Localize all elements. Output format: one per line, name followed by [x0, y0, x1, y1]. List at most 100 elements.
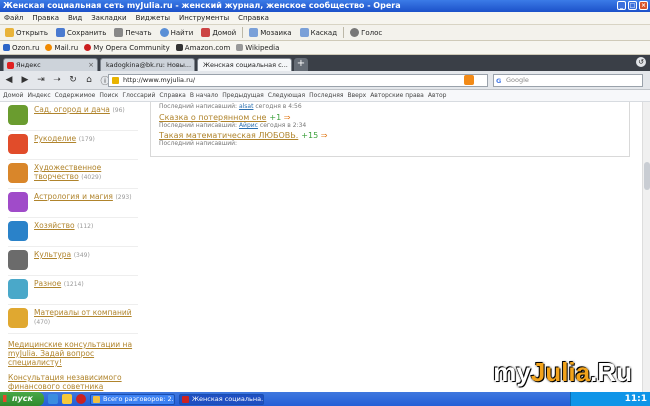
- folder-icon[interactable]: [62, 394, 72, 404]
- nav-index[interactable]: Индекс: [27, 92, 50, 99]
- nav-last[interactable]: Последняя: [309, 92, 343, 99]
- bookmark-wikipedia[interactable]: Wikipedia: [236, 44, 279, 52]
- taskbar-item-chat[interactable]: Всего разговоров: 2...: [90, 393, 175, 405]
- save-button[interactable]: Сохранить: [54, 27, 108, 38]
- last-poster-user[interactable]: Айрис: [239, 122, 258, 129]
- nav-glossary[interactable]: Глоссарий: [122, 92, 155, 99]
- close-tab-icon[interactable]: ×: [88, 61, 94, 69]
- menu-edit[interactable]: Правка: [32, 14, 59, 22]
- category-label[interactable]: Хозяйство: [34, 221, 75, 230]
- rss-icon[interactable]: [464, 75, 474, 85]
- tab-label: Яндекс: [16, 61, 41, 69]
- bookmark-amazon[interactable]: Amazon.com: [175, 44, 230, 52]
- yarn-icon: [8, 134, 28, 154]
- nav-next[interactable]: Следующая: [268, 92, 305, 99]
- home-icon[interactable]: ⌂: [84, 75, 94, 85]
- nav-help[interactable]: Справка: [159, 92, 185, 99]
- category-household[interactable]: Хозяйство (112): [8, 218, 138, 247]
- close-tab-icon[interactable]: ×: [290, 61, 291, 69]
- page-scrollbar[interactable]: [642, 102, 650, 392]
- open-label: Открыть: [16, 28, 48, 37]
- category-garden[interactable]: Сад, огород и дача (96): [8, 102, 138, 131]
- search-input[interactable]: G Google: [493, 74, 643, 87]
- print-button[interactable]: Печать: [112, 27, 153, 38]
- category-count: (470): [34, 319, 51, 326]
- menu-bookmarks[interactable]: Закладки: [91, 14, 126, 22]
- category-astrology[interactable]: Астрология и магия (293): [8, 189, 138, 218]
- scrollbar-thumb[interactable]: [644, 162, 650, 190]
- category-label[interactable]: Астрология и магия: [34, 192, 113, 201]
- nav-home[interactable]: Домой: [3, 92, 23, 99]
- arrow-icon[interactable]: ⇒: [321, 131, 328, 140]
- category-label[interactable]: Разное: [34, 279, 61, 288]
- category-count: (1214): [63, 281, 84, 288]
- category-art[interactable]: Художественное творчество (4029): [8, 160, 138, 189]
- category-misc[interactable]: Разное (1214): [8, 276, 138, 305]
- fast-forward-button[interactable]: ➝: [52, 75, 62, 85]
- cascade-button[interactable]: Каскад: [298, 27, 339, 38]
- voice-button[interactable]: Голос: [348, 27, 384, 38]
- open-button[interactable]: Открыть: [3, 27, 50, 38]
- menu-widgets[interactable]: Виджеты: [136, 14, 170, 22]
- category-company-materials[interactable]: Материалы от компаний (470): [8, 305, 138, 334]
- close-tab-icon[interactable]: ×: [193, 61, 194, 69]
- category-label[interactable]: Культура: [34, 250, 71, 259]
- address-field[interactable]: http://www.myjulia.ru/: [108, 74, 488, 87]
- nav-previous[interactable]: Предыдущая: [222, 92, 264, 99]
- nav-search[interactable]: Поиск: [99, 92, 118, 99]
- home-button[interactable]: Домой: [199, 27, 238, 38]
- nav-first[interactable]: В начало: [190, 92, 218, 99]
- menu-view[interactable]: Вид: [68, 14, 82, 22]
- misc-icon: [8, 279, 28, 299]
- opera-icon[interactable]: [76, 394, 86, 404]
- bookmark-icon: [175, 44, 183, 51]
- address-url: http://www.myjulia.ru/: [123, 76, 196, 84]
- bookmark-mailru[interactable]: Mail.ru: [45, 44, 78, 52]
- category-label[interactable]: Сад, огород и дача: [34, 105, 110, 114]
- post-title-link[interactable]: Сказка о потерянном сне: [159, 113, 266, 122]
- tab-label: Женская социальная с...: [203, 61, 288, 69]
- nav-contents[interactable]: Содержимое: [55, 92, 96, 99]
- bookmark-label: Wikipedia: [245, 43, 280, 52]
- category-label[interactable]: Материалы от компаний: [34, 308, 132, 317]
- cascade-label: Каскад: [310, 28, 338, 37]
- taskbar-item-opera[interactable]: Женская социальна...: [179, 393, 264, 405]
- nav-author[interactable]: Автор: [428, 92, 447, 99]
- medical-consultation-link[interactable]: Медицинские консультации на myJulia. Зад…: [8, 340, 138, 367]
- minimize-button[interactable]: _: [617, 1, 626, 10]
- closed-tabs-icon[interactable]: ↺: [636, 57, 646, 67]
- myjulia-watermark-logo: myJulia.Ru: [493, 357, 632, 388]
- bookmark-icon: [3, 44, 10, 51]
- fast-forward-icon[interactable]: ⇥: [36, 75, 46, 85]
- post-title-link[interactable]: Такая математическая ЛЮБОВЬ.: [159, 131, 298, 140]
- tab-yandex[interactable]: Яндекс ×: [3, 58, 98, 71]
- microphone-icon: [350, 28, 360, 37]
- menu-help[interactable]: Справка: [238, 14, 269, 22]
- close-button[interactable]: ×: [639, 1, 648, 10]
- category-label[interactable]: Рукоделие: [34, 134, 76, 143]
- bookmark-my-opera[interactable]: My Opera Community: [84, 44, 170, 52]
- nav-copyright[interactable]: Авторские права: [370, 92, 424, 99]
- forward-icon[interactable]: ▶: [20, 75, 30, 85]
- reload-icon[interactable]: ↻: [68, 75, 78, 85]
- last-poster-user[interactable]: alsat: [239, 103, 254, 110]
- nav-up[interactable]: Вверх: [347, 92, 366, 99]
- menu-tools[interactable]: Инструменты: [179, 14, 229, 22]
- start-button[interactable]: пуск: [0, 392, 44, 406]
- back-icon[interactable]: ◀: [4, 75, 14, 85]
- menu-file[interactable]: Файл: [4, 14, 23, 22]
- bookmark-ozon[interactable]: Ozon.ru: [3, 44, 39, 52]
- ie-icon[interactable]: [48, 394, 58, 404]
- garden-icon: [8, 105, 28, 125]
- tile-button[interactable]: Мозаика: [247, 27, 293, 38]
- maximize-button[interactable]: □: [628, 1, 637, 10]
- category-culture[interactable]: Культура (349): [8, 247, 138, 276]
- last-poster-line: Последний написавший: alsat сегодня в 4:…: [159, 103, 621, 110]
- arrow-icon[interactable]: ⇒: [284, 113, 291, 122]
- tab-myjulia[interactable]: Женская социальная с...×: [197, 58, 292, 71]
- tab-mail[interactable]: kadogkina@bk.ru: Новы...×: [100, 58, 195, 71]
- financial-advisor-link[interactable]: Консультация независимого финансового со…: [8, 373, 138, 391]
- category-handicraft[interactable]: Рукоделие (179): [8, 131, 138, 160]
- find-button[interactable]: Найти: [158, 27, 196, 38]
- new-tab-button[interactable]: +: [294, 58, 308, 71]
